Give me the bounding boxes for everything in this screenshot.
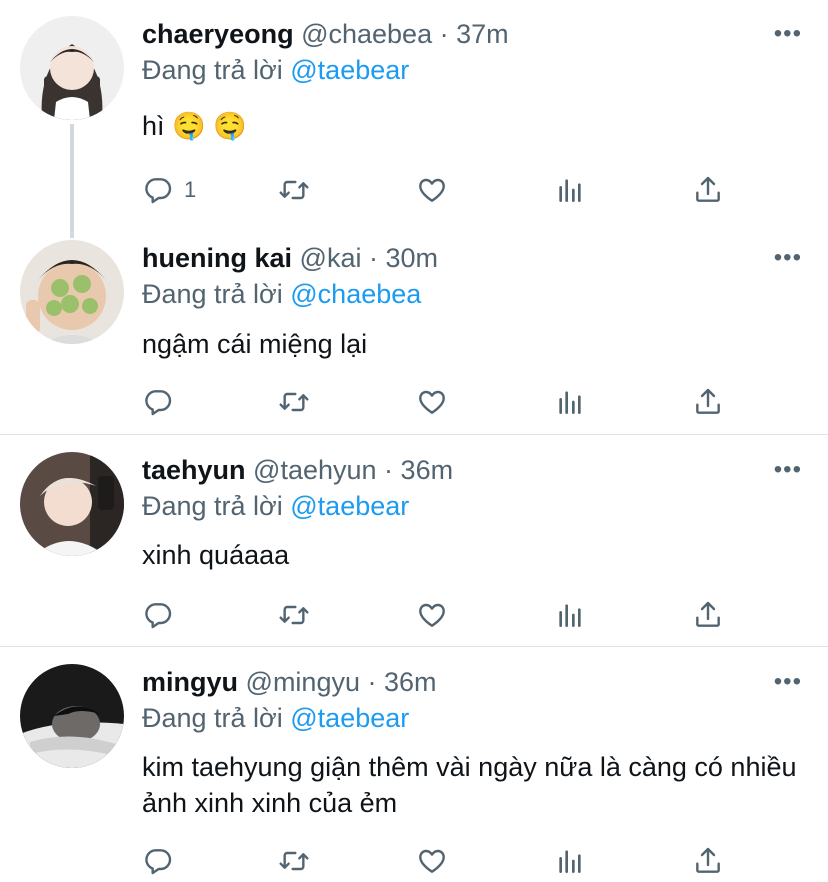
like-icon — [416, 599, 448, 631]
display-name[interactable]: taehyun — [142, 455, 246, 485]
tweet-text: xinh quáaaa — [142, 540, 290, 570]
replying-to-label: Đang trả lời — [142, 279, 291, 309]
separator: · — [432, 19, 457, 49]
action-bar: 1 — [142, 170, 742, 210]
retweet-button[interactable] — [278, 170, 310, 210]
analytics-icon — [554, 845, 586, 877]
retweet-icon — [278, 845, 310, 877]
handle[interactable]: @chaebea — [301, 19, 432, 49]
more-icon[interactable]: ••• — [774, 670, 802, 694]
analytics-button[interactable] — [554, 841, 586, 881]
share-icon — [692, 386, 724, 418]
share-icon — [692, 599, 724, 631]
reply-button[interactable]: 1 — [142, 170, 196, 210]
retweet-button[interactable] — [278, 841, 310, 881]
analytics-icon — [554, 386, 586, 418]
avatar[interactable] — [20, 452, 124, 556]
like-button[interactable] — [416, 841, 448, 881]
tweet-text: hì 🤤 🤤 — [142, 111, 247, 141]
tweet-item[interactable]: huening kai @kai · 30m ••• Đang trả lời … — [0, 238, 828, 434]
avatar[interactable] — [20, 664, 124, 768]
retweet-button[interactable] — [278, 595, 310, 635]
timestamp[interactable]: 30m — [385, 243, 438, 273]
replying-to-label: Đang trả lời — [142, 55, 291, 85]
mention-link[interactable]: @taebear — [290, 703, 409, 733]
display-name[interactable]: mingyu — [142, 667, 238, 697]
separator: · — [376, 455, 401, 485]
display-name[interactable]: chaeryeong — [142, 19, 294, 49]
replying-to: Đang trả lời @taebear — [142, 54, 409, 86]
display-name[interactable]: huening kai — [142, 243, 292, 273]
reply-icon — [142, 845, 174, 877]
timestamp[interactable]: 36m — [384, 667, 437, 697]
action-bar — [142, 382, 742, 422]
retweet-button[interactable] — [278, 382, 310, 422]
share-button[interactable] — [692, 382, 724, 422]
analytics-button[interactable] — [554, 595, 586, 635]
timestamp[interactable]: 37m — [456, 19, 509, 49]
tweet-text: ngậm cái miệng lại — [142, 329, 368, 359]
handle[interactable]: @taehyun — [253, 455, 377, 485]
reply-icon — [142, 174, 174, 206]
reply-icon — [142, 386, 174, 418]
mention-link[interactable]: @chaebea — [290, 279, 421, 309]
mention-link[interactable]: @taebear — [290, 55, 409, 85]
analytics-button[interactable] — [554, 382, 586, 422]
tweet-text: kim taehyung giận thêm vài ngày nữa là c… — [142, 752, 797, 818]
action-bar — [142, 595, 742, 635]
replying-to: Đang trả lời @taebear — [142, 702, 409, 734]
more-icon[interactable]: ••• — [774, 22, 802, 46]
replying-to-label: Đang trả lời — [142, 491, 291, 521]
tweet-header: mingyu @mingyu · 36m — [142, 666, 437, 698]
handle[interactable]: @kai — [300, 243, 362, 273]
reply-count: 1 — [184, 177, 197, 202]
timestamp[interactable]: 36m — [401, 455, 454, 485]
reply-button[interactable] — [142, 595, 184, 635]
replying-to: Đang trả lời @taebear — [142, 490, 409, 522]
analytics-icon — [554, 599, 586, 631]
like-button[interactable] — [416, 170, 448, 210]
more-icon[interactable]: ••• — [774, 458, 802, 482]
avatar[interactable] — [20, 16, 124, 120]
like-icon — [416, 845, 448, 877]
tweet-item[interactable]: mingyu @mingyu · 36m ••• Đang trả lời @t… — [0, 647, 828, 882]
like-icon — [416, 386, 448, 418]
reply-button[interactable] — [142, 382, 184, 422]
reply-button[interactable] — [142, 841, 184, 881]
more-icon[interactable]: ••• — [774, 246, 802, 270]
tweet-header: chaeryeong @chaebea · 37m — [142, 18, 509, 50]
like-button[interactable] — [416, 382, 448, 422]
like-button[interactable] — [416, 595, 448, 635]
share-button[interactable] — [692, 595, 724, 635]
retweet-icon — [278, 386, 310, 418]
retweet-icon — [278, 174, 310, 206]
tweet-header: huening kai @kai · 30m — [142, 242, 438, 274]
tweet-item[interactable]: taehyun @taehyun · 36m ••• Đang trả lời … — [0, 435, 828, 646]
avatar[interactable] — [20, 240, 124, 344]
analytics-button[interactable] — [554, 170, 586, 210]
tweet-header: taehyun @taehyun · 36m — [142, 454, 453, 486]
share-icon — [692, 845, 724, 877]
share-button[interactable] — [692, 841, 724, 881]
tweet-item[interactable]: chaeryeong @chaebea · 37m ••• Đang trả l… — [0, 0, 828, 238]
retweet-icon — [278, 599, 310, 631]
share-button[interactable] — [692, 170, 724, 210]
handle[interactable]: @mingyu — [246, 667, 360, 697]
mention-link[interactable]: @taebear — [290, 491, 409, 521]
separator: · — [359, 667, 384, 697]
like-icon — [416, 174, 448, 206]
share-icon — [692, 174, 724, 206]
replying-to-label: Đang trả lời — [142, 703, 291, 733]
reply-icon — [142, 599, 174, 631]
analytics-icon — [554, 174, 586, 206]
action-bar — [142, 841, 742, 881]
separator: · — [361, 243, 386, 273]
replying-to: Đang trả lời @chaebea — [142, 278, 421, 310]
